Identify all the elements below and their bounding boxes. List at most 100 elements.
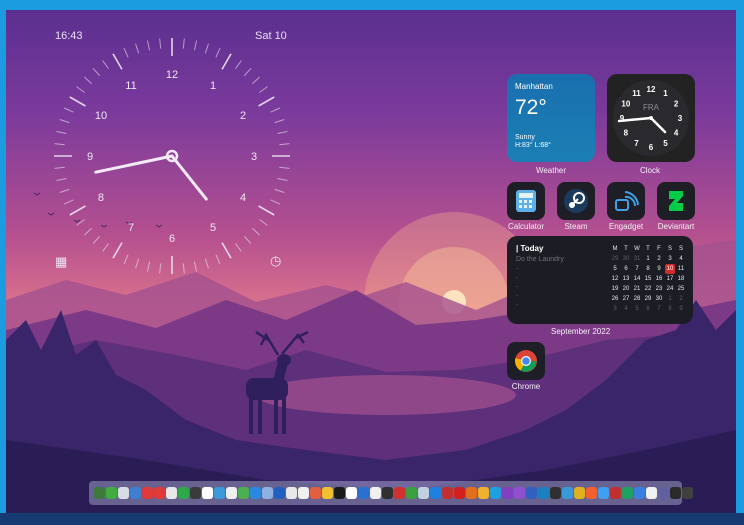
dock-app-icon[interactable] xyxy=(370,487,381,499)
dock-app-icon[interactable] xyxy=(310,487,321,499)
calendar-day[interactable]: 18 xyxy=(676,274,686,284)
dock-app-icon[interactable] xyxy=(562,487,573,499)
calendar-day[interactable]: 28 xyxy=(632,294,642,304)
calendar-day[interactable]: 1 xyxy=(665,294,675,304)
dock-app-icon[interactable] xyxy=(598,487,609,499)
calendar-day[interactable]: 19 xyxy=(610,284,620,294)
engadget-app[interactable] xyxy=(607,182,645,220)
calculator-app[interactable] xyxy=(507,182,545,220)
calendar-day[interactable]: 3 xyxy=(665,254,675,264)
dock-app-icon[interactable] xyxy=(118,487,129,499)
dock-app-icon[interactable] xyxy=(94,487,105,499)
dock-app-icon[interactable] xyxy=(406,487,417,499)
dock-app-icon[interactable] xyxy=(178,487,189,499)
calendar-day[interactable]: 23 xyxy=(654,284,664,294)
dock-app-icon[interactable] xyxy=(142,487,153,499)
keyboard-icon[interactable]: ▦ xyxy=(55,254,67,270)
dock-app-icon[interactable] xyxy=(550,487,561,499)
dock-app-icon[interactable] xyxy=(466,487,477,499)
dock-app-icon[interactable] xyxy=(286,487,297,499)
calendar-task[interactable]: Do the Laundry xyxy=(516,256,602,263)
dock-app-icon[interactable] xyxy=(238,487,249,499)
dock-app-icon[interactable] xyxy=(490,487,501,499)
calendar-day[interactable]: 3 xyxy=(610,304,620,314)
calendar-day[interactable]: 24 xyxy=(665,284,675,294)
dock-app-icon[interactable] xyxy=(154,487,165,499)
dock-app-icon[interactable] xyxy=(262,487,273,499)
dock-app-icon[interactable] xyxy=(442,487,453,499)
dock-app-icon[interactable] xyxy=(226,487,237,499)
calendar-day[interactable]: 21 xyxy=(632,284,642,294)
dock-app-icon[interactable] xyxy=(130,487,141,499)
calendar-day[interactable]: 31 xyxy=(632,254,642,264)
dock-app-icon[interactable] xyxy=(670,487,681,499)
dock-app-icon[interactable] xyxy=(634,487,645,499)
dock-app-icon[interactable] xyxy=(514,487,525,499)
chrome-app[interactable] xyxy=(507,342,545,380)
calendar-widget[interactable]: | Today Do the Laundry ----- M T W T F S S 29 30… xyxy=(507,236,693,324)
calendar-day[interactable]: 7 xyxy=(632,264,642,274)
dock-app-icon[interactable] xyxy=(322,487,333,499)
calendar-day[interactable]: 25 xyxy=(676,284,686,294)
calendar-day[interactable]: 14 xyxy=(632,274,642,284)
calendar-day[interactable]: 11 xyxy=(676,264,686,274)
calendar-day[interactable]: 17 xyxy=(665,274,675,284)
dock-app-icon[interactable] xyxy=(202,487,213,499)
calendar-day[interactable]: 29 xyxy=(610,254,620,264)
dock-app-icon[interactable] xyxy=(274,487,285,499)
calendar-day[interactable]: 29 xyxy=(643,294,653,304)
calendar-day[interactable]: 4 xyxy=(676,254,686,264)
dock-app-icon[interactable] xyxy=(610,487,621,499)
calendar-day[interactable]: 9 xyxy=(676,304,686,314)
steam-app[interactable] xyxy=(557,182,595,220)
calendar-day[interactable]: 2 xyxy=(676,294,686,304)
calendar-day[interactable]: 4 xyxy=(621,304,631,314)
calendar-day[interactable]: 27 xyxy=(621,294,631,304)
calendar-day[interactable]: 5 xyxy=(632,304,642,314)
dock-app-icon[interactable] xyxy=(394,487,405,499)
calendar-day[interactable]: 16 xyxy=(654,274,664,284)
weather-widget[interactable]: Manhattan 72° Sunny H:83° L:68° xyxy=(507,74,595,162)
dock-app-icon[interactable] xyxy=(682,487,693,499)
calendar-day[interactable]: 7 xyxy=(654,304,664,314)
dock-app-icon[interactable] xyxy=(526,487,537,499)
dock-app-icon[interactable] xyxy=(574,487,585,499)
calendar-day[interactable]: 10 xyxy=(665,264,675,274)
deviantart-app[interactable] xyxy=(657,182,695,220)
dock-app-icon[interactable] xyxy=(454,487,465,499)
calendar-day[interactable]: 1 xyxy=(643,254,653,264)
calendar-day[interactable]: 8 xyxy=(643,264,653,274)
calendar-day[interactable]: 30 xyxy=(654,294,664,304)
dock-app-icon[interactable] xyxy=(190,487,201,499)
calendar-day[interactable]: 6 xyxy=(643,304,653,314)
dock-app-icon[interactable] xyxy=(214,487,225,499)
calendar-day[interactable]: 15 xyxy=(643,274,653,284)
dock-app-icon[interactable] xyxy=(106,487,117,499)
calendar-day[interactable]: 13 xyxy=(621,274,631,284)
dock-app-icon[interactable] xyxy=(382,487,393,499)
dock-app-icon[interactable] xyxy=(586,487,597,499)
calendar-day[interactable]: 26 xyxy=(610,294,620,304)
stopwatch-icon[interactable]: ◷ xyxy=(270,253,281,269)
dock-app-icon[interactable] xyxy=(502,487,513,499)
dock-app-icon[interactable] xyxy=(298,487,309,499)
clock-widget[interactable]: 12 1 2 3 4 5 6 7 8 9 10 11 FRA xyxy=(607,74,695,162)
calendar-day[interactable]: 30 xyxy=(621,254,631,264)
dock-app-icon[interactable] xyxy=(478,487,489,499)
dock-app-icon[interactable] xyxy=(622,487,633,499)
calendar-day[interactable]: 5 xyxy=(610,264,620,274)
dock-app-icon[interactable] xyxy=(358,487,369,499)
calendar-day[interactable]: 20 xyxy=(621,284,631,294)
calendar-day[interactable]: 22 xyxy=(643,284,653,294)
dock-app-icon[interactable] xyxy=(646,487,657,499)
dock-app-icon[interactable] xyxy=(334,487,345,499)
dock-app-icon[interactable] xyxy=(418,487,429,499)
dock-app-icon[interactable] xyxy=(658,487,669,499)
calendar-day[interactable]: 9 xyxy=(654,264,664,274)
dock-app-icon[interactable] xyxy=(166,487,177,499)
calendar-day[interactable]: 8 xyxy=(665,304,675,314)
calendar-day[interactable]: 2 xyxy=(654,254,664,264)
dock-app-icon[interactable] xyxy=(250,487,261,499)
dock-app-icon[interactable] xyxy=(346,487,357,499)
dock-app-icon[interactable] xyxy=(538,487,549,499)
